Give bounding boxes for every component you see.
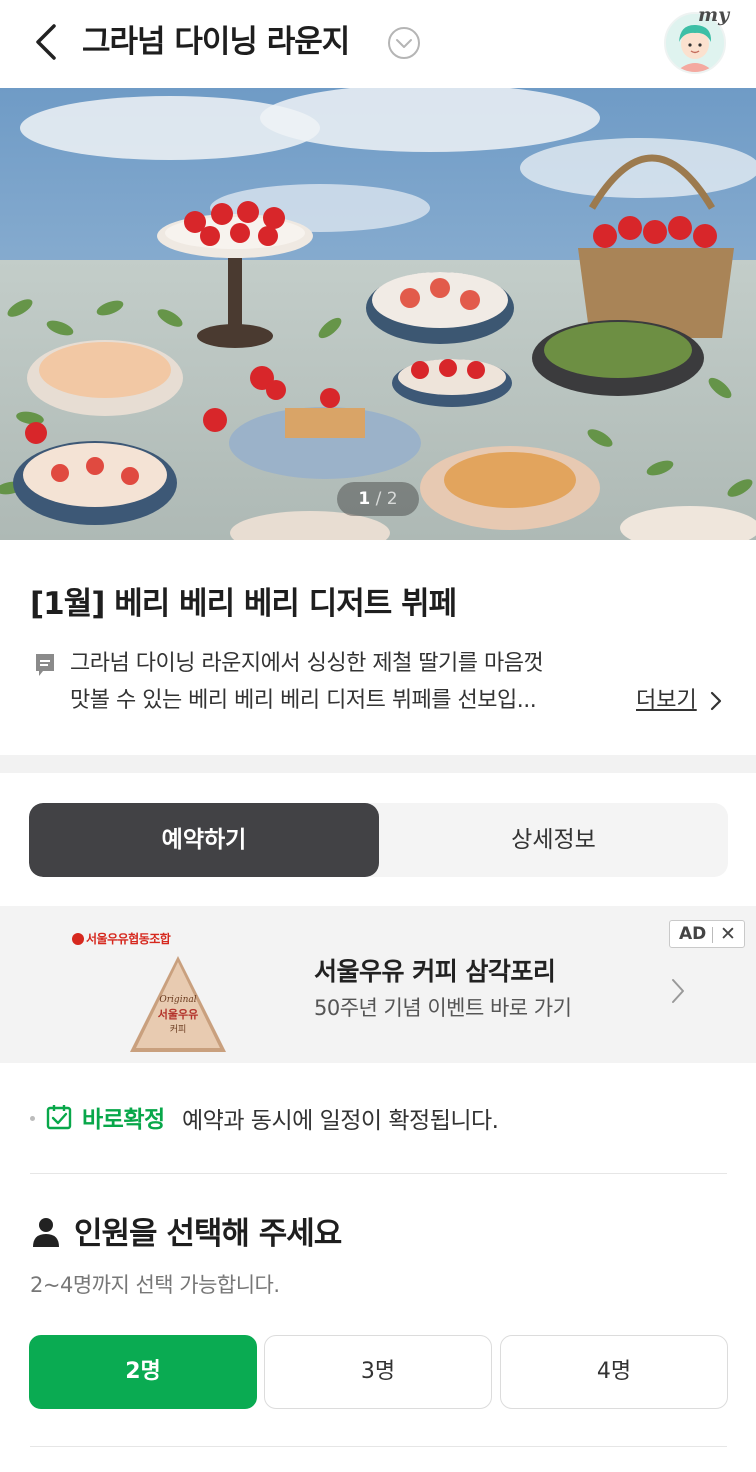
brand-logo-icon <box>72 933 84 945</box>
page-current: 1 <box>358 489 371 509</box>
calendar-check-icon <box>46 1105 72 1130</box>
ad-badge[interactable]: AD ✕ <box>669 920 745 948</box>
page-title: 그라넘 다이닝 라운지 <box>82 24 350 60</box>
section-divider <box>0 755 756 773</box>
divider-line <box>30 1173 727 1174</box>
people-option-4[interactable]: 4명 <box>500 1335 728 1409</box>
ad-package-sub: 커피 <box>170 1024 187 1035</box>
ad-subtitle: 50주년 기념 이벤트 바로 가기 <box>314 996 572 1020</box>
product-description-line-1: 그라넘 다이닝 라운지에서 싱싱한 제철 딸기를 마음껏 <box>70 651 544 676</box>
ad-badge-separator <box>712 927 713 943</box>
ad-banner[interactable]: 서울우유협동조합 Original 서울우유 커피 서울우유 커피 삼각포리 5… <box>0 906 756 1063</box>
person-icon <box>33 1218 59 1247</box>
people-option-2[interactable]: 2명 <box>29 1335 257 1409</box>
ad-package-brand: Original <box>159 995 196 1005</box>
hero-image-carousel[interactable] <box>0 88 756 540</box>
carousel-page-indicator: 1 / 2 <box>337 482 419 516</box>
description-note-icon <box>36 654 54 676</box>
divider-line <box>30 1446 727 1447</box>
chevron-right-icon[interactable] <box>668 976 688 1006</box>
instant-confirm-text: 예약과 동시에 일정이 확정됩니다. <box>182 1108 499 1134</box>
product-description-line-2: 맛볼 수 있는 베리 베리 베리 디저트 뷔페를 선보입... <box>70 688 537 713</box>
ad-package-name: 서울우유 <box>158 1007 198 1021</box>
ad-title: 서울우유 커피 삼각포리 <box>314 957 556 986</box>
ad-brand-logo: 서울우유협동조합 <box>72 930 171 947</box>
ad-product-image: Original 서울우유 커피 <box>130 956 226 1052</box>
instant-confirm-label: 바로확정 <box>82 1107 165 1133</box>
page-total: 2 <box>386 489 398 509</box>
more-link[interactable]: 더보기 <box>636 685 697 717</box>
tab-bar: 예약하기 상세정보 <box>29 803 728 877</box>
ad-label: AD <box>679 924 707 944</box>
product-title: [1월] 베리 베리 베리 디저트 뷔페 <box>30 586 457 622</box>
people-heading: 인원을 선택해 주세요 <box>74 1216 342 1252</box>
my-label[interactable]: my <box>698 4 729 26</box>
ad-close-icon[interactable]: ✕ <box>720 923 736 945</box>
top-app-bar: 그라넘 다이닝 라운지 my <box>0 0 756 88</box>
dessert-buffet-photo <box>0 88 756 540</box>
tab-reservation[interactable]: 예약하기 <box>29 803 379 877</box>
back-arrow-icon[interactable] <box>24 20 68 64</box>
people-option-3[interactable]: 3명 <box>264 1335 492 1409</box>
chevron-right-icon[interactable] <box>708 690 724 712</box>
page-separator: / <box>375 489 382 509</box>
chevron-down-circle-icon[interactable] <box>387 26 421 60</box>
tab-details[interactable]: 상세정보 <box>379 803 728 877</box>
bullet-dot <box>30 1116 35 1121</box>
ad-brand-name: 서울우유협동조합 <box>86 932 171 946</box>
people-hint: 2~4명까지 선택 가능합니다. <box>30 1273 280 1297</box>
